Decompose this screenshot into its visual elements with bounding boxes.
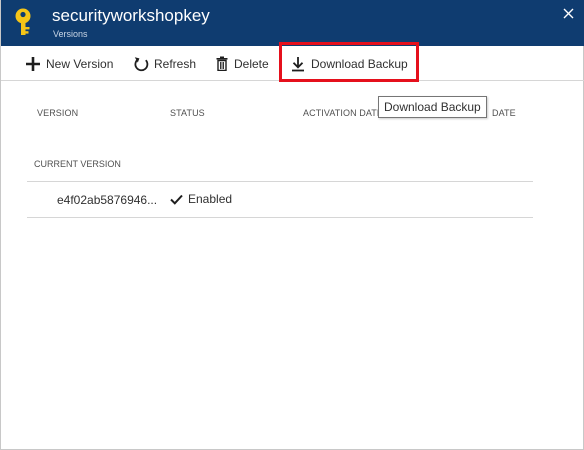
status-cell: Enabled [170,192,232,206]
trash-icon [216,56,228,71]
refresh-label: Refresh [154,56,197,71]
key-icon [15,8,31,35]
versions-blade: securityworkshopkey Versions New Version… [0,0,584,450]
refresh-button[interactable]: Refresh [133,46,196,81]
close-icon [563,8,573,18]
blade-subtitle: Versions [53,29,88,39]
new-version-label: New Version [46,56,114,71]
table-row[interactable]: e4f02ab5876946... Enabled [27,182,533,217]
refresh-icon [134,56,149,71]
blade-header: securityworkshopkey Versions [1,0,584,46]
section-label-current-version: CURRENT VERSION [34,159,121,169]
row-divider [27,217,533,218]
download-backup-tooltip: Download Backup [378,96,487,118]
delete-label: Delete [234,56,269,71]
plus-icon [26,56,40,71]
status-label: Enabled [188,192,233,206]
column-header-status[interactable]: STATUS [170,108,205,118]
version-id: e4f02ab5876946... [57,193,158,207]
download-icon [292,56,304,71]
command-bar: New Version Refresh Delete Download Back… [1,46,584,81]
close-button[interactable] [559,4,577,22]
download-backup-label: Download Backup [311,56,408,71]
checkmark-icon [170,194,183,205]
blade-title: securityworkshopkey [52,6,210,25]
column-header-activation-date[interactable]: ACTIVATION DATE [303,108,383,118]
delete-button[interactable]: Delete [215,46,269,81]
new-version-button[interactable]: New Version [25,46,113,81]
download-backup-button[interactable]: Download Backup [290,46,408,81]
column-header-date[interactable]: DATE [492,108,516,118]
column-header-version[interactable]: VERSION [37,108,78,118]
